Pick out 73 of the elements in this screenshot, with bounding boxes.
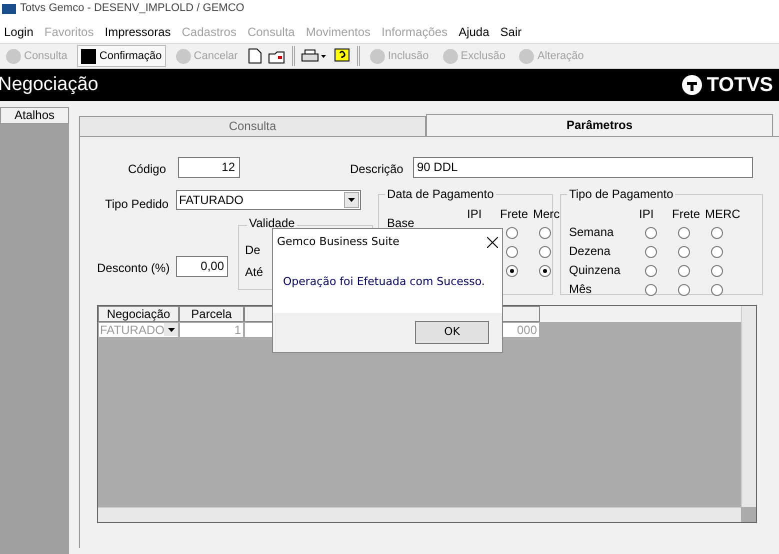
radio-button[interactable] [678,265,690,277]
dropdown[interactable]: FATURADO [176,190,361,210]
tool-icon [519,48,534,64]
dialog-title: Gemco Business Suite [277,234,400,250]
radio-button[interactable] [506,246,518,258]
field-label: De [245,243,260,257]
toolbar-button[interactable]: Confirmação [77,45,166,67]
column-label: Merc [533,207,560,221]
menu-item[interactable]: Login [4,22,34,40]
input-field[interactable]: 0,00 [176,256,228,277]
radio-button[interactable] [645,265,657,277]
radio-button[interactable] [711,265,723,277]
document-icon[interactable] [248,48,262,64]
tab[interactable]: Consulta [79,116,426,136]
row-label: Semana [569,225,614,239]
window-title: Totvs Gemco - DESENV_IMPLOLD / GEMCO [20,3,244,14]
group-title: Data de Pagamento [385,187,496,201]
radio-button[interactable] [645,246,657,258]
menu-item[interactable]: Ajuda [458,22,490,40]
tool-icon [176,48,191,64]
column-label: IPI [467,207,482,221]
input-field[interactable]: 90 DDL [413,157,753,178]
ok-button[interactable]: OK [415,321,489,344]
row-label: Base [387,216,414,230]
close-icon[interactable] [487,236,498,248]
tool-icon [442,48,458,64]
radio-button[interactable] [711,284,723,296]
radio-button[interactable] [645,284,657,296]
radio-button[interactable] [539,227,551,239]
column-label: IPI [639,207,654,221]
caret-icon [344,192,359,208]
radio-button[interactable] [539,246,551,258]
logo-text: TOTVS [706,73,773,98]
horizontal-scrollbar[interactable] [98,507,741,522]
tool-icon [6,48,21,64]
radio-button[interactable] [678,227,690,239]
radio-button[interactable] [678,284,690,296]
row-label: Mês [569,282,592,296]
table-cell: 1 [179,322,244,338]
app-icon [2,4,16,14]
logo-icon [680,74,703,96]
tab[interactable]: Parâmetros [426,114,773,136]
row-label: Quinzena [569,263,620,277]
menu-item[interactable]: Sair [500,22,522,40]
group-title: Validade [247,216,297,230]
printer-icon[interactable] [300,48,327,64]
sidebar-header: Atalhos [0,107,69,124]
radio-button[interactable] [539,265,551,277]
column-label: Frete [672,207,700,221]
field-label: Desconto (%) [97,260,170,277]
column-label: Frete [500,207,528,221]
group-title: Tipo de Pagamento [567,187,676,201]
caret-icon [164,323,178,336]
radio-button[interactable] [506,227,518,239]
radio-button[interactable] [506,265,518,277]
field-label: Descrição [350,161,404,178]
column-header[interactable]: Negociação [98,306,179,322]
vertical-scrollbar[interactable] [741,306,756,507]
field-label: Tipo Pedido [105,196,169,213]
radio-button[interactable] [711,227,723,239]
dialog-message: Operação foi Efetuada com Sucesso. [283,274,485,290]
tool-icon [81,48,96,64]
radio-button[interactable] [678,246,690,258]
column-label: MERC [705,207,740,221]
column-header[interactable]: Parcela [179,306,244,322]
tool-icon [370,48,385,64]
field-label: Até [245,265,264,279]
menu-item[interactable]: Impressoras [104,22,171,40]
radio-button[interactable] [711,246,723,258]
field-label: Código [128,161,166,178]
radio-button[interactable] [645,227,657,239]
row-label: Dezena [569,244,610,258]
input-field[interactable]: 12 [178,157,240,178]
